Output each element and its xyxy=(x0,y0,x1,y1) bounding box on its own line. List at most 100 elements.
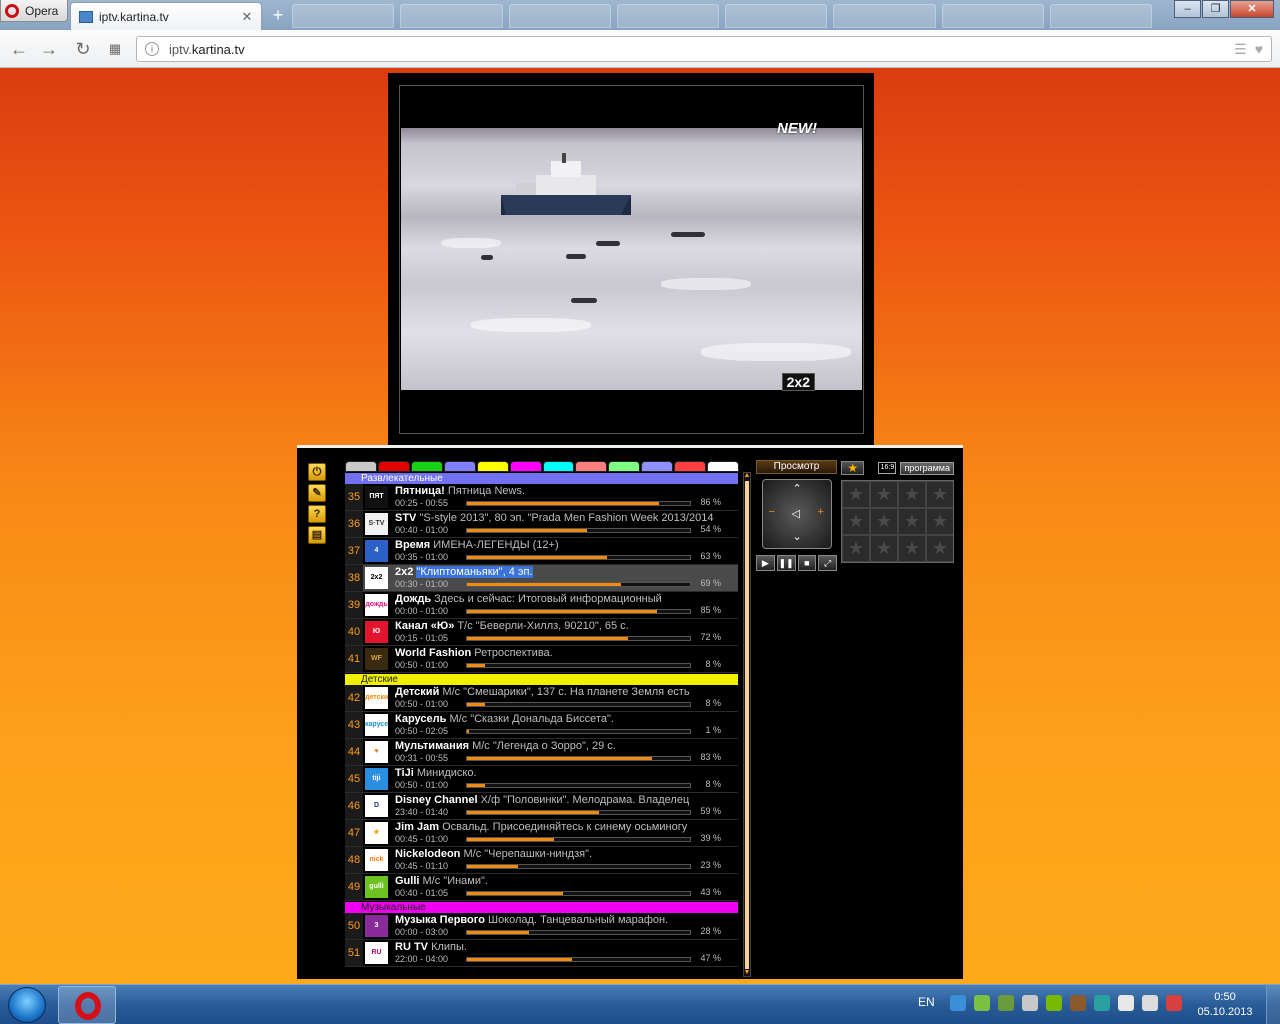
channel-row[interactable]: 36 S·TV STV "S-style 2013", 80 эп. "Prada … xyxy=(345,511,738,538)
action-center-flag-icon[interactable] xyxy=(1166,995,1182,1011)
mute-speaker-icon[interactable]: ◁ xyxy=(792,507,800,520)
background-tab[interactable] xyxy=(833,4,936,28)
channel-row[interactable]: 50 3 Музыка Первого Шоколад. Танцевальный … xyxy=(345,913,738,940)
background-tab[interactable] xyxy=(400,4,503,28)
maximize-button[interactable]: ❐ xyxy=(1202,0,1229,18)
favorite-slot-star-icon[interactable]: ★ xyxy=(843,482,869,507)
favorite-slot-star-icon[interactable]: ★ xyxy=(871,536,897,561)
favorite-slot-star-icon[interactable]: ★ xyxy=(927,536,953,561)
address-bar[interactable]: i iptv.kartina.tv ☰ ♥ xyxy=(136,36,1272,62)
reload-icon[interactable]: ↻ xyxy=(72,38,94,60)
volume-navigation-pad[interactable]: ⌃ ⌄ − + ◁ xyxy=(761,479,832,549)
aspect-ratio-button[interactable]: 16:9 xyxy=(878,462,897,474)
scroll-up-icon[interactable]: ▲ xyxy=(743,472,751,480)
group-tab[interactable] xyxy=(410,461,443,472)
favorite-slot-star-icon[interactable]: ★ xyxy=(927,509,953,534)
tray-app-icon[interactable] xyxy=(974,995,990,1011)
channel-row[interactable]: 40 Ю Канал «Ю» Т/с "Беверли-Хиллз, 90210",… xyxy=(345,619,738,646)
power-icon[interactable]: ⏻ xyxy=(308,463,326,481)
category-header[interactable]: Детские xyxy=(345,673,738,685)
browser-tab[interactable]: iptv.kartina.tv ✕ xyxy=(70,2,262,30)
favorite-slot-star-icon[interactable]: ★ xyxy=(899,536,925,561)
favorite-slot-star-icon[interactable]: ★ xyxy=(899,509,925,534)
speed-dial-grid-icon[interactable]: ▦ xyxy=(104,38,126,60)
channel-row[interactable]: 38 2x2 2x2 "Клиптоманьяки", 4 эп. 00:30 - 0… xyxy=(345,565,738,592)
group-tab[interactable] xyxy=(575,461,608,472)
favorite-slot-star-icon[interactable]: ★ xyxy=(843,536,869,561)
archive-film-icon[interactable]: ▤ xyxy=(308,526,326,544)
heart-bookmark-icon[interactable]: ♥ xyxy=(1255,41,1263,57)
favorites-star-icon[interactable]: ★ xyxy=(841,461,865,475)
channel-up-icon[interactable]: ⌃ xyxy=(793,482,802,495)
channel-row[interactable]: 46 D Disney Channel Х/ф "Половинки". Мелод… xyxy=(345,793,738,820)
channel-row[interactable]: 39 дождь Дождь Здесь и сейчас: Итоговый ин… xyxy=(345,592,738,619)
group-tab[interactable] xyxy=(608,461,641,472)
site-info-icon[interactable]: i xyxy=(145,42,159,56)
group-tab[interactable] xyxy=(674,461,707,472)
video-screen[interactable]: NEW! 2x2 xyxy=(399,85,864,434)
channel-row[interactable]: 41 WF World Fashion Ретроспектива. 00:50 - … xyxy=(345,646,738,673)
tray-app-icon[interactable] xyxy=(998,995,1014,1011)
back-arrow-icon[interactable]: ← xyxy=(8,38,30,60)
tray-app-icon[interactable] xyxy=(1022,995,1038,1011)
scroll-thumb[interactable] xyxy=(745,481,749,969)
opera-menu-button[interactable]: Opera xyxy=(0,0,68,22)
channel-row[interactable]: 43карусель Карусель М/с "Сказки Дональда … xyxy=(345,712,738,739)
play-icon[interactable]: ▶ xyxy=(756,555,775,571)
channel-row[interactable]: 42детский Детский М/с "Смешарики", 137 с.… xyxy=(345,685,738,712)
background-tab[interactable] xyxy=(725,4,828,28)
channel-row[interactable]: 51 RU RU TV Клипы. 22:00 - 04:00 47 % xyxy=(345,940,738,967)
tray-app-icon[interactable] xyxy=(1094,995,1110,1011)
channel-row[interactable]: 48 nick Nickelodeon М/с "Черепашки-ниндзя"… xyxy=(345,847,738,874)
group-tab[interactable] xyxy=(476,461,509,472)
category-header[interactable]: Развлекательные xyxy=(345,472,738,484)
favorite-slot-star-icon[interactable]: ★ xyxy=(871,482,897,507)
channel-row[interactable]: 37 4 Время ИМЕНА-ЛЕГЕНДЫ (12+) 00:35 - 01:0… xyxy=(345,538,738,565)
group-tab[interactable] xyxy=(641,461,674,472)
category-header[interactable]: Музыкальные xyxy=(345,901,738,913)
start-button[interactable] xyxy=(8,987,46,1023)
favorite-slot-star-icon[interactable]: ★ xyxy=(927,482,953,507)
address-url[interactable]: iptv.kartina.tv xyxy=(169,42,1234,57)
new-tab-button[interactable]: + xyxy=(268,6,288,26)
volume-up-icon[interactable]: + xyxy=(818,506,824,518)
group-tab[interactable] xyxy=(509,461,542,472)
favorite-slot-star-icon[interactable]: ★ xyxy=(843,509,869,534)
channel-row[interactable]: 49 gulli Gulli М/с "Инами". 00:40 - 01:05 43… xyxy=(345,874,738,901)
taskbar-opera-button[interactable] xyxy=(58,986,116,1024)
fullscreen-icon[interactable]: ⤢ xyxy=(818,555,837,571)
channel-row[interactable]: 44 ♥ Мультимания М/с "Легенда о Зорро", 29… xyxy=(345,739,738,766)
pause-icon[interactable]: ❚❚ xyxy=(776,555,796,571)
favorite-slot-star-icon[interactable]: ★ xyxy=(899,482,925,507)
background-tab[interactable] xyxy=(508,4,611,28)
channel-row[interactable]: 35 ПЯТ Пятница! Пятница News. 00:25 - 00:55… xyxy=(345,484,738,511)
favorite-slot-star-icon[interactable]: ★ xyxy=(871,509,897,534)
tab-list-icon[interactable]: ☰ xyxy=(1234,41,1247,58)
nvidia-icon[interactable] xyxy=(1046,995,1062,1011)
channel-list-scrollbar[interactable]: ▲ ▼ xyxy=(743,472,751,977)
network-signal-icon[interactable] xyxy=(1118,995,1134,1011)
group-tab[interactable] xyxy=(707,461,740,472)
forward-arrow-icon[interactable]: → xyxy=(38,38,60,60)
settings-wrench-icon[interactable]: ✎ xyxy=(308,484,326,502)
help-icon[interactable]: ? xyxy=(308,505,326,523)
background-tab[interactable] xyxy=(616,4,719,28)
background-tab[interactable] xyxy=(941,4,1044,28)
language-indicator[interactable]: EN xyxy=(918,995,935,1009)
view-button[interactable]: Просмотр xyxy=(756,460,837,474)
dropbox-icon[interactable] xyxy=(950,995,966,1011)
minimize-button[interactable]: ‒ xyxy=(1174,0,1201,18)
channel-down-icon[interactable]: ⌄ xyxy=(793,530,802,543)
channel-row[interactable]: 45 tiji TiJi Минидиско. 00:50 - 01:00 8 % xyxy=(345,766,738,793)
background-tab[interactable] xyxy=(292,4,395,28)
volume-down-icon[interactable]: − xyxy=(769,506,775,518)
group-tab[interactable] xyxy=(443,461,476,472)
tray-app-icon[interactable] xyxy=(1070,995,1086,1011)
channel-row[interactable]: 47 ★ Jim Jam Освальд. Присоединяйтесь к си… xyxy=(345,820,738,847)
group-tab[interactable] xyxy=(345,461,377,472)
close-window-button[interactable]: ✕ xyxy=(1230,0,1274,18)
program-guide-button[interactable]: программа xyxy=(900,461,954,475)
scroll-down-icon[interactable]: ▼ xyxy=(743,969,751,977)
show-desktop-button[interactable] xyxy=(1266,985,1280,1024)
group-tab[interactable] xyxy=(542,461,575,472)
